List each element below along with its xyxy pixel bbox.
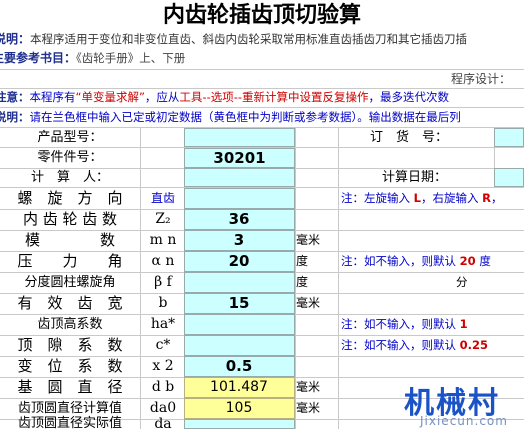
- row-value: 36: [228, 210, 250, 228]
- symbol: d b: [151, 379, 175, 395]
- unit-label: 毫米: [296, 296, 321, 310]
- instruction-row: 说明：请在兰色框中输入已定或初定数据（黄色框中为判断或参考数据）。输出数据在最后…: [0, 108, 461, 127]
- symbol: da: [154, 416, 172, 432]
- symbol: 直齿: [150, 191, 175, 205]
- warning-text-5: ，最多迭代次数: [368, 90, 450, 104]
- calculator-label: 计 算 人：: [30, 170, 109, 185]
- description-label: 说明：: [0, 32, 31, 46]
- input-value-cell[interactable]: [184, 314, 295, 335]
- unit-label: 毫米: [296, 401, 321, 415]
- input-value-cell[interactable]: [184, 188, 295, 209]
- note-text: 注：如不输入，则默认 1: [341, 317, 468, 331]
- instruction-text-2: 黄色框中为判断或参考数据: [213, 110, 352, 124]
- row-label: 内 齿 轮 齿 数: [22, 210, 118, 228]
- product-model-label: 产品型号：: [37, 130, 103, 145]
- unit-label: 毫米: [296, 380, 321, 394]
- symbol: x 2: [152, 358, 174, 374]
- calc-date-input[interactable]: [494, 168, 524, 187]
- symbol: c*: [155, 337, 171, 353]
- reference-row: 主要参考书目：《齿轮手册》上、下册: [0, 49, 185, 68]
- row-value: 0.5: [225, 357, 253, 375]
- note-text: 注：左旋输入 L，右旋输入 R，: [341, 191, 503, 205]
- row-label: 齿顶高系数: [37, 317, 103, 332]
- reference-text: 《齿轮手册》上、下册: [76, 51, 186, 65]
- row-label: 压 力 角: [17, 252, 123, 270]
- row-label: 基 圆 直 径: [17, 378, 123, 396]
- calc-date-label: 计算日期：: [382, 170, 448, 185]
- row-label: 变 位 系 数: [17, 357, 123, 375]
- row-label: 模 数: [24, 231, 115, 249]
- row-label: 螺 旋 方 向: [17, 189, 123, 207]
- instruction-text-1: 请在兰色框中输入已定或初定数据（: [29, 110, 214, 124]
- reference-label: 主要参考书目：: [0, 51, 77, 65]
- note-text: 注：如不输入，则默认 20 度: [341, 254, 491, 268]
- symbol: Z₂: [155, 211, 171, 227]
- warning-text-1: 本程序有: [29, 90, 76, 104]
- product-model-input[interactable]: [184, 128, 295, 147]
- warning-row: 注意：本程序有“单变量求解”，应从工具--选项--重新计算中设置反复操作，最多迭…: [0, 88, 449, 107]
- designer-label: 程序设计：: [451, 72, 512, 86]
- row-label: 有 效 齿 宽: [17, 294, 123, 312]
- row-value: 15: [228, 294, 250, 312]
- part-no-value: 30201: [213, 149, 266, 167]
- note-text: 分: [456, 275, 468, 289]
- symbol: α n: [151, 253, 175, 269]
- unit-label: 毫米: [296, 233, 321, 247]
- warning-text-3: ，应从: [144, 90, 180, 104]
- page-title: 内齿轮插齿顶切验算: [162, 3, 361, 28]
- instruction-label: 说明：: [0, 110, 30, 124]
- warning-text-2: “单变量求解”: [75, 90, 145, 104]
- input-value-cell[interactable]: [184, 272, 295, 293]
- calculator-input[interactable]: [184, 168, 295, 187]
- warning-label: 注意：: [0, 90, 30, 104]
- description-text: 本程序适用于变位和非变位直齿、斜齿内齿轮采取常用标准直齿插齿刀和其它插齿刀插: [30, 32, 468, 46]
- symbol: m n: [149, 232, 177, 248]
- symbol: β f: [154, 274, 172, 290]
- unit-label: 度: [296, 254, 309, 268]
- input-value-cell[interactable]: [184, 419, 295, 429]
- row-value: 101.487: [210, 379, 268, 395]
- instruction-text-3: ）。输出数据在最后列: [351, 110, 461, 124]
- warning-text-4: 工具--选项--重新计算中设置反复操作: [179, 90, 369, 104]
- symbol: ha*: [150, 316, 176, 332]
- symbol: b: [158, 295, 168, 311]
- part-no-label: 零件件号：: [37, 150, 103, 165]
- note-text: 注：如不输入，则默认 0.25: [341, 338, 489, 352]
- watermark-url: Jixiecun.com: [420, 414, 508, 428]
- row-value: 20: [228, 252, 250, 270]
- row-label: 分度圆柱螺旋角: [24, 275, 116, 290]
- row-value: 105: [225, 400, 253, 416]
- description-row: 说明：本程序适用于变位和非变位直齿、斜齿内齿轮采取常用标准直齿插齿刀和其它插齿刀…: [0, 30, 467, 49]
- row-label: 顶 隙 系 数: [17, 336, 123, 354]
- row-value: 3: [233, 231, 245, 249]
- unit-label: 度: [296, 275, 309, 289]
- input-value-cell[interactable]: [184, 335, 295, 356]
- order-no-input[interactable]: [494, 128, 524, 147]
- order-no-label: 订 货 号：: [370, 130, 449, 145]
- row-label: 齿顶圆直径实际值: [17, 416, 122, 431]
